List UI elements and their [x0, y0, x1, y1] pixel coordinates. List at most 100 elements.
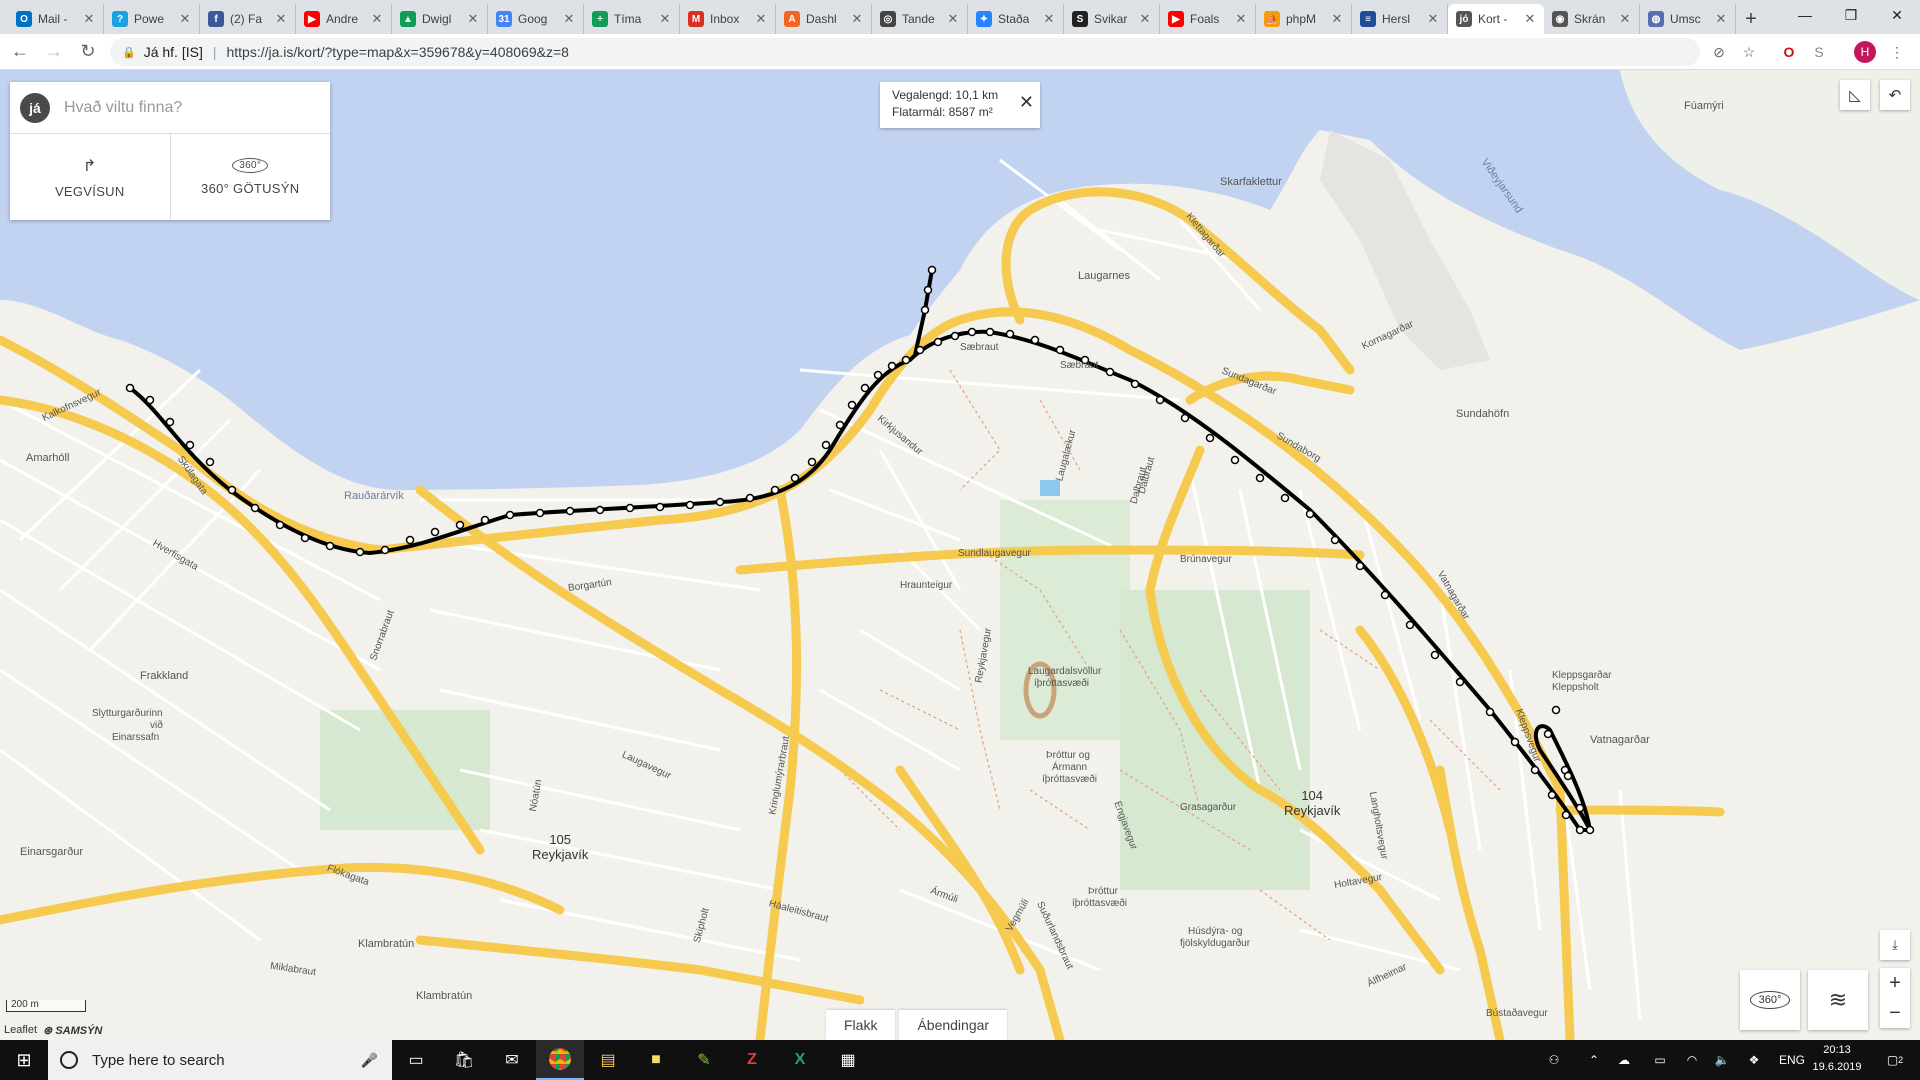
tab-close-icon[interactable]: ✕: [563, 11, 575, 27]
route-vertex[interactable]: [1380, 590, 1390, 600]
notepad-plus-icon[interactable]: ✎: [680, 1040, 728, 1080]
route-vertex[interactable]: [1485, 707, 1495, 717]
menu-icon[interactable]: ⋮: [1886, 41, 1908, 63]
search-input[interactable]: [64, 98, 304, 117]
route-vertex[interactable]: [1230, 455, 1240, 465]
bookmark-star-icon[interactable]: ☆: [1738, 41, 1760, 63]
map-canvas[interactable]: Rauðarárvík Viðeyjarsund 105 Reykjavík 10…: [0, 70, 1920, 1040]
route-vertex[interactable]: [985, 327, 995, 337]
route-vertex[interactable]: [915, 345, 925, 355]
route-vertex[interactable]: [185, 440, 195, 450]
browser-tab[interactable]: ◍ Umsc ✕: [1640, 4, 1736, 34]
route-vertex[interactable]: [923, 285, 933, 295]
route-vertex[interactable]: [355, 547, 365, 557]
route-vertex[interactable]: [967, 327, 977, 337]
route-vertex[interactable]: [790, 473, 800, 483]
route-vertex[interactable]: [165, 417, 175, 427]
route-vertex[interactable]: [1355, 561, 1365, 571]
route-vertex[interactable]: [1105, 367, 1115, 377]
route-vertex[interactable]: [430, 527, 440, 537]
route-vertex[interactable]: [1305, 509, 1315, 519]
route-vertex[interactable]: [745, 493, 755, 503]
browser-tab[interactable]: 31 Goog ✕: [488, 4, 584, 34]
route-vertex[interactable]: [1575, 803, 1585, 813]
route-vertex[interactable]: [275, 520, 285, 530]
tab-close-icon[interactable]: ✕: [947, 11, 959, 27]
route-vertex[interactable]: [227, 485, 237, 495]
route-vertex[interactable]: [860, 383, 870, 393]
route-vertex[interactable]: [1130, 379, 1140, 389]
measure-tool-icon[interactable]: ◺: [1840, 80, 1870, 110]
new-tab-button[interactable]: +: [1736, 4, 1766, 34]
route-vertex[interactable]: [655, 502, 665, 512]
route-vertex[interactable]: [1330, 535, 1340, 545]
tab-close-icon[interactable]: ✕: [1715, 11, 1727, 27]
tab-close-icon[interactable]: ✕: [1139, 11, 1151, 27]
route-vertex[interactable]: [901, 355, 911, 365]
browser-tab[interactable]: ◎ Tande ✕: [872, 4, 968, 34]
maximize-button[interactable]: ❐: [1828, 0, 1874, 30]
route-vertex[interactable]: [1205, 433, 1215, 443]
route-vertex[interactable]: [325, 541, 335, 551]
volume-icon[interactable]: 🔈: [1712, 1040, 1732, 1080]
streetview-button[interactable]: 360° 360° GÖTUSÝN: [169, 134, 331, 220]
tab-close-icon[interactable]: ✕: [1331, 11, 1343, 27]
route-vertex[interactable]: [927, 265, 937, 275]
route-vertex[interactable]: [835, 420, 845, 430]
start-button[interactable]: ⊞: [0, 1040, 48, 1080]
route-vertex[interactable]: [125, 383, 135, 393]
route-vertex[interactable]: [1180, 413, 1190, 423]
route-vertex[interactable]: [770, 485, 780, 495]
calculator-icon[interactable]: ▦: [824, 1040, 872, 1080]
excel-icon[interactable]: X: [776, 1040, 824, 1080]
tab-close-icon[interactable]: ✕: [1043, 11, 1055, 27]
browser-tab[interactable]: ⛵ phpM ✕: [1256, 4, 1352, 34]
route-vertex[interactable]: [1547, 790, 1557, 800]
battery-icon[interactable]: ▭: [1650, 1040, 1670, 1080]
tab-close-icon[interactable]: ✕: [371, 11, 383, 27]
route-vertex[interactable]: [535, 508, 545, 518]
tab-close-icon[interactable]: ✕: [851, 11, 863, 27]
back-button[interactable]: ←: [6, 38, 34, 66]
dropbox-icon[interactable]: ❖: [1744, 1040, 1764, 1080]
route-vertex[interactable]: [1430, 650, 1440, 660]
route-vertex[interactable]: [205, 457, 215, 467]
zoom-out-button[interactable]: −: [1889, 998, 1901, 1028]
route-vertex[interactable]: [1551, 705, 1561, 715]
browser-tab[interactable]: ▶ Foals ✕: [1160, 4, 1256, 34]
route-vertex[interactable]: [807, 457, 817, 467]
browser-tab[interactable]: A Dashl ✕: [776, 4, 872, 34]
route-vertex[interactable]: [1155, 395, 1165, 405]
route-vertex[interactable]: [595, 505, 605, 515]
route-vertex[interactable]: [950, 331, 960, 341]
opera-extension-icon[interactable]: O: [1778, 41, 1800, 63]
tab-close-icon[interactable]: ✕: [755, 11, 767, 27]
route-vertex[interactable]: [1030, 335, 1040, 345]
filezilla-icon[interactable]: Z: [728, 1040, 776, 1080]
360-view-button[interactable]: 360°: [1740, 970, 1800, 1030]
browser-tab[interactable]: ▲ Dwigl ✕: [392, 4, 488, 34]
sticky-notes-icon[interactable]: ■: [632, 1040, 680, 1080]
tray-chevron-icon[interactable]: ⌃: [1584, 1040, 1604, 1080]
route-vertex[interactable]: [1280, 493, 1290, 503]
tab-abendingar[interactable]: Ábendingar: [899, 1010, 1008, 1040]
task-view-icon[interactable]: ▭: [392, 1040, 440, 1080]
translate-icon[interactable]: ⊘: [1708, 41, 1730, 63]
browser-tab[interactable]: ≡ Hersl ✕: [1352, 4, 1448, 34]
route-vertex[interactable]: [1543, 729, 1553, 739]
minimize-button[interactable]: —: [1782, 0, 1828, 30]
route-vertex[interactable]: [685, 500, 695, 510]
tab-close-icon[interactable]: ✕: [659, 11, 671, 27]
tab-close-icon[interactable]: ✕: [83, 11, 95, 27]
route-vertex[interactable]: [847, 400, 857, 410]
tab-close-icon[interactable]: ✕: [467, 11, 479, 27]
route-vertex[interactable]: [1255, 473, 1265, 483]
taskbar-search[interactable]: Type here to search 🎤: [48, 1040, 392, 1080]
browser-tab[interactable]: + Tíma ✕: [584, 4, 680, 34]
browser-tab[interactable]: O Mail - ✕: [8, 4, 104, 34]
people-icon[interactable]: ⚇: [1544, 1040, 1564, 1080]
wifi-icon[interactable]: ◠: [1682, 1040, 1702, 1080]
tab-close-icon[interactable]: ✕: [1427, 11, 1439, 27]
notification-center-icon[interactable]: ▢ 2: [1880, 1040, 1910, 1080]
route-vertex[interactable]: [625, 503, 635, 513]
